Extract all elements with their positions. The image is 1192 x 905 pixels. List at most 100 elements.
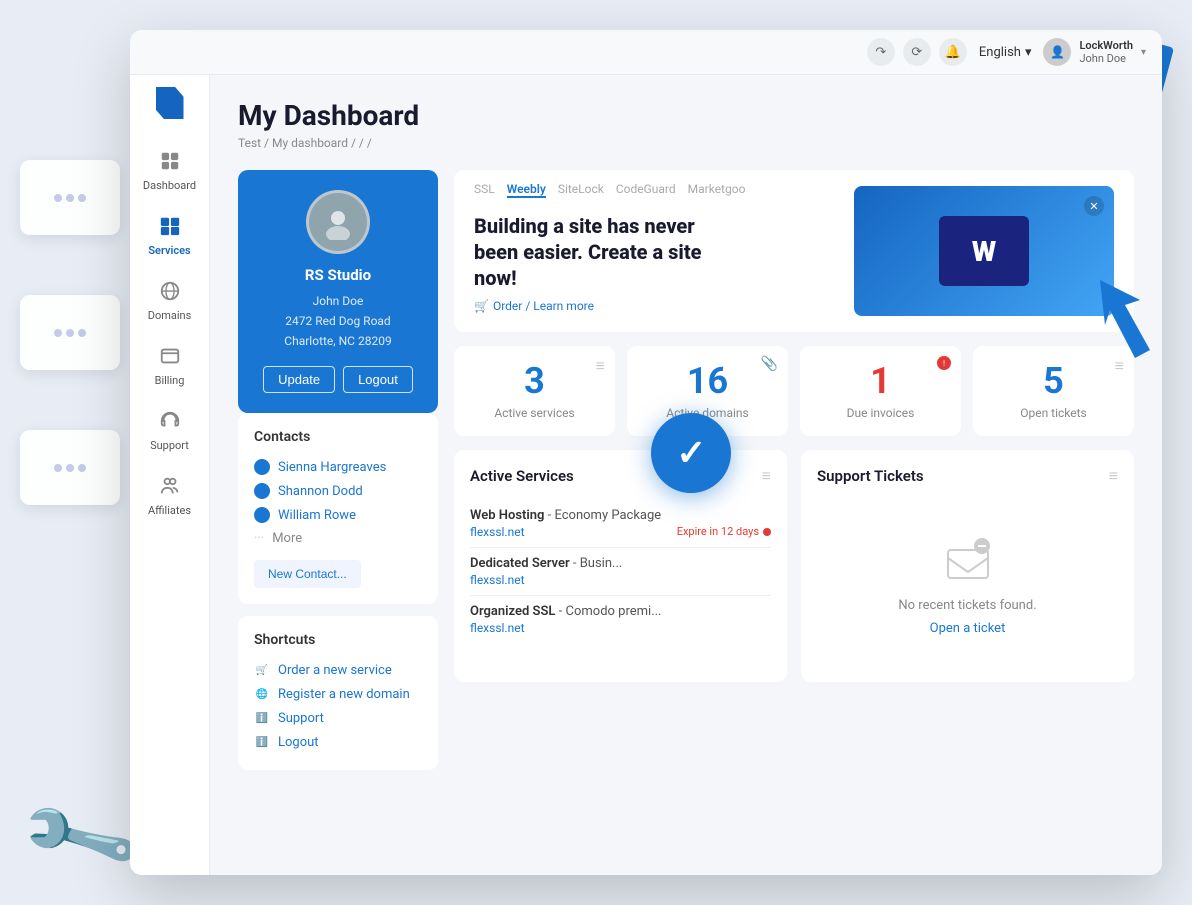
- sidebar-item-label: Domains: [148, 309, 192, 322]
- topbar-icons: ↷ ⟳ 🔔: [867, 38, 967, 66]
- shortcut-order-service[interactable]: 🛒 Order a new service: [254, 658, 422, 682]
- sidebar-item-affiliates[interactable]: Affiliates: [134, 464, 206, 525]
- menu-icon[interactable]: ≡: [596, 356, 605, 376]
- bottom-row: Active Services ≡ Web Hosting - Economy …: [454, 450, 1134, 682]
- support-tickets-card: Support Tickets ≡: [801, 450, 1134, 682]
- user-name: John Doe: [1079, 52, 1133, 65]
- contact-name: William Rowe: [278, 508, 356, 523]
- profile-name: John Doe: [254, 292, 422, 310]
- forward-icon[interactable]: ↷: [867, 38, 895, 66]
- promo-tab-weebly[interactable]: Weebly: [507, 182, 546, 198]
- support-tickets-title: Support Tickets: [817, 467, 924, 485]
- stat-label: Due invoices: [816, 406, 945, 420]
- stat-number: 5: [989, 362, 1118, 402]
- app-logo[interactable]: [150, 83, 190, 123]
- sidebar-item-domains[interactable]: Domains: [134, 269, 206, 330]
- affiliates-icon: [156, 472, 184, 500]
- domains-icon: [156, 277, 184, 305]
- shortcut-logout[interactable]: ℹ️ Logout: [254, 730, 422, 754]
- cursor-arrow-icon: [1100, 280, 1170, 364]
- new-contact-button[interactable]: New Contact...: [254, 560, 361, 588]
- active-services-title: Active Services: [470, 467, 574, 485]
- person-icon: 👤: [254, 459, 270, 475]
- chevron-down-icon: ▾: [1141, 47, 1146, 58]
- user-menu[interactable]: 👤 LockWorth John Doe ▾: [1043, 38, 1146, 66]
- stat-label: Open tickets: [989, 406, 1118, 420]
- service-item[interactable]: Organized SSL - Comodo premi... flexssl.…: [470, 596, 771, 643]
- user-name-block: LockWorth John Doe: [1079, 39, 1133, 65]
- domain-icon: 🌐: [254, 686, 270, 702]
- service-name: Organized SSL - Comodo premi...: [470, 604, 771, 619]
- stat-due-invoices: ! 1 Due invoices: [800, 346, 961, 436]
- main-area: Dashboard Services Domains Billing: [130, 75, 1162, 875]
- empty-text: No recent tickets found.: [898, 598, 1036, 613]
- more-contacts-link[interactable]: ··· More: [254, 527, 422, 550]
- contact-item[interactable]: 👤 Sienna Hargreaves: [254, 455, 422, 479]
- floating-panel-1: [20, 160, 120, 235]
- stats-row: ≡ 3 Active services 📎 16 Active domains …: [454, 346, 1134, 436]
- dashboard-icon: [156, 147, 184, 175]
- contacts-title: Contacts: [254, 429, 422, 445]
- promo-tab-ssl[interactable]: SSL: [474, 182, 495, 198]
- refresh-icon[interactable]: ⟳: [903, 38, 931, 66]
- menu-icon[interactable]: ≡: [1109, 466, 1118, 486]
- alert-badge: !: [937, 356, 951, 370]
- service-item[interactable]: Web Hosting - Economy Package flexssl.ne…: [470, 500, 771, 548]
- person-icon: 👤: [254, 507, 270, 523]
- promo-tab-codeguard[interactable]: CodeGuard: [616, 182, 676, 198]
- success-overlay: ✓: [651, 413, 731, 493]
- logout-button[interactable]: Logout: [343, 366, 413, 393]
- empty-inbox-icon: [938, 530, 998, 590]
- promo-link[interactable]: 🛒 Order / Learn more: [474, 299, 734, 313]
- right-column: SSL Weebly SiteLock CodeGuard Marketgoo …: [454, 170, 1134, 770]
- bell-icon[interactable]: 🔔: [939, 38, 967, 66]
- cart-icon: 🛒: [474, 299, 489, 313]
- breadcrumb: Test / My dashboard / / /: [238, 136, 1134, 150]
- promo-tab-marketgoo[interactable]: Marketgoo: [688, 182, 746, 198]
- billing-icon: [156, 342, 184, 370]
- decorative-panels: [20, 160, 120, 505]
- profile-company: RS Studio: [254, 266, 422, 284]
- service-item[interactable]: Dedicated Server - Busin... flexssl.net: [470, 548, 771, 596]
- contact-item[interactable]: 👤 William Rowe: [254, 503, 422, 527]
- attachment-icon: 📎: [761, 356, 778, 372]
- card-header: Support Tickets ≡: [817, 466, 1118, 486]
- sidebar-item-support[interactable]: Support: [134, 399, 206, 460]
- profile-avatar: [306, 190, 370, 254]
- sidebar-item-dashboard[interactable]: Dashboard: [134, 139, 206, 200]
- user-company: LockWorth: [1079, 39, 1133, 52]
- update-button[interactable]: Update: [263, 366, 335, 393]
- avatar: 👤: [1043, 38, 1071, 66]
- stat-number: 3: [470, 362, 599, 402]
- sidebar: Dashboard Services Domains Billing: [130, 75, 210, 875]
- promo-tab-sitelock[interactable]: SiteLock: [558, 182, 604, 198]
- menu-icon[interactable]: ≡: [762, 466, 771, 486]
- stat-active-services: ≡ 3 Active services: [454, 346, 615, 436]
- sidebar-item-services[interactable]: Services: [134, 204, 206, 265]
- left-column: RS Studio John Doe 2472 Red Dog Road Cha…: [238, 170, 438, 770]
- promo-banner: SSL Weebly SiteLock CodeGuard Marketgoo …: [454, 170, 1134, 332]
- person-icon: 👤: [254, 483, 270, 499]
- sidebar-item-label: Billing: [155, 374, 185, 387]
- support-icon: ℹ️: [254, 710, 270, 726]
- shortcuts-section: Shortcuts 🛒 Order a new service 🌐 Regist…: [238, 616, 438, 770]
- language-selector[interactable]: English ▾: [979, 45, 1032, 60]
- service-expire: Expire in 12 days: [677, 525, 771, 538]
- shortcut-support[interactable]: ℹ️ Support: [254, 706, 422, 730]
- shortcuts-title: Shortcuts: [254, 632, 422, 648]
- service-name: Dedicated Server - Busin...: [470, 556, 771, 571]
- sidebar-item-billing[interactable]: Billing: [134, 334, 206, 395]
- expire-dot: [763, 528, 771, 536]
- sidebar-item-label: Support: [150, 439, 189, 452]
- floating-panel-2: [20, 295, 120, 370]
- success-circle: ✓: [651, 413, 731, 493]
- service-url: flexssl.net: [470, 525, 525, 539]
- open-ticket-link[interactable]: Open a ticket: [930, 621, 1006, 636]
- promo-monitor: W: [939, 216, 1029, 286]
- contact-item[interactable]: 👤 Shannon Dodd: [254, 479, 422, 503]
- services-icon: [156, 212, 184, 240]
- shortcut-register-domain[interactable]: 🌐 Register a new domain: [254, 682, 422, 706]
- stat-number: 16: [643, 362, 772, 402]
- close-icon[interactable]: ✕: [1084, 196, 1104, 216]
- active-services-card: Active Services ≡ Web Hosting - Economy …: [454, 450, 787, 682]
